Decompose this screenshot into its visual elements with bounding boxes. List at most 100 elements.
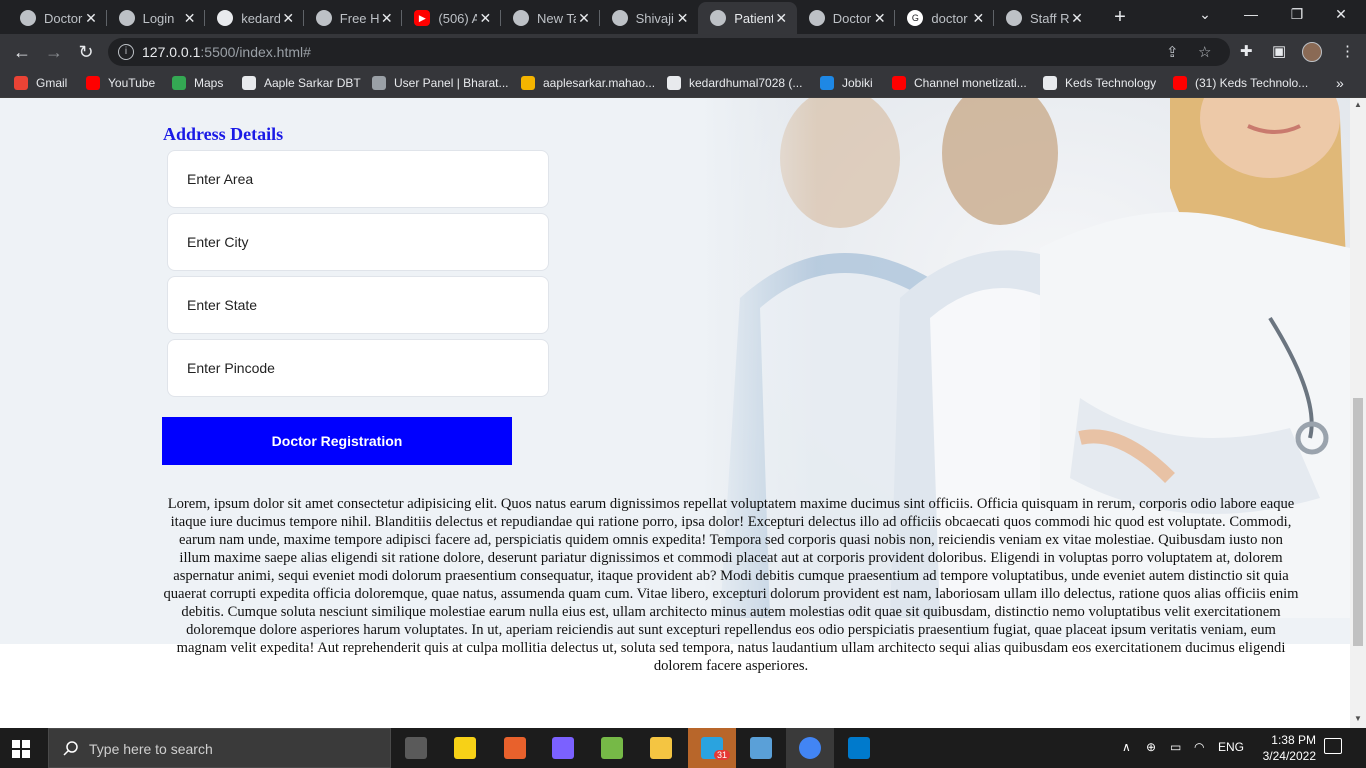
page-scrollbar[interactable]: ▲ ▼ xyxy=(1350,98,1366,728)
minimize-button[interactable]: — xyxy=(1236,6,1266,22)
close-tab-icon[interactable]: ✕ xyxy=(576,10,592,27)
bookmark-star-icon[interactable]: ☆ xyxy=(1198,43,1211,61)
bookmark-item[interactable]: Jobiki xyxy=(820,76,873,90)
address-bar[interactable]: i 127.0.0.1:5500/index.html# ⇪ ☆ xyxy=(108,38,1230,66)
tab-separator xyxy=(105,10,107,26)
bookmark-item[interactable]: kedardhumal7028 (... xyxy=(667,76,802,90)
browser-tab[interactable]: Free H ✕ xyxy=(304,4,403,32)
bookmark-item[interactable]: Gmail xyxy=(14,76,67,90)
windows-start-icon[interactable] xyxy=(12,740,30,758)
close-tab-icon[interactable]: ✕ xyxy=(1069,10,1085,27)
browser-tab[interactable]: Login ✕ xyxy=(107,4,206,32)
taskbar-app-telegram[interactable]: 31 xyxy=(688,728,736,768)
pincode-input[interactable] xyxy=(167,339,549,397)
network-usb-icon[interactable]: ⊕ xyxy=(1146,740,1156,754)
browser-tab[interactable]: Doctor ✕ xyxy=(797,4,896,32)
taskbar-search-box[interactable]: Type here to search xyxy=(48,728,391,768)
globe-icon xyxy=(20,10,36,26)
bookmark-label: kedardhumal7028 (... xyxy=(689,76,803,90)
tab-separator xyxy=(500,10,501,26)
clock-time: 1:38 PM xyxy=(1271,733,1316,747)
browser-tab[interactable]: kedard ✕ xyxy=(205,4,304,32)
browser-tab[interactable]: Staff R ✕ xyxy=(994,4,1093,32)
share-icon[interactable]: ⇪ xyxy=(1166,43,1179,61)
tab-title: (506) A xyxy=(438,10,478,26)
close-tab-icon[interactable]: ✕ xyxy=(182,10,198,27)
tab-separator xyxy=(204,10,206,26)
bookmark-label: (31) Keds Technolo... xyxy=(1195,76,1309,90)
menu-kebab-icon[interactable]: ⋮ xyxy=(1340,42,1355,60)
new-tab-button[interactable]: + xyxy=(1110,6,1130,29)
language-indicator[interactable]: ENG xyxy=(1218,740,1244,754)
extensions-icon[interactable]: ✚ xyxy=(1240,42,1253,60)
bookmark-item[interactable]: Aaple Sarkar DBT xyxy=(242,76,361,90)
wifi-icon[interactable]: ◠ xyxy=(1194,740,1204,754)
scroll-up-arrow-icon[interactable]: ▲ xyxy=(1353,100,1363,109)
tab-title: doctor xyxy=(931,10,968,26)
maximize-button[interactable]: ❐ xyxy=(1282,6,1312,23)
bookmark-item[interactable]: aaplesarkar.mahao... xyxy=(521,76,655,90)
forward-button[interactable]: → xyxy=(42,40,66,64)
bookmark-item[interactable]: Channel monetizati... xyxy=(892,76,1027,90)
scrollbar-thumb[interactable] xyxy=(1353,398,1363,646)
bookmark-item[interactable]: User Panel | Bharat... xyxy=(372,76,509,90)
close-window-button[interactable]: ✕ xyxy=(1326,6,1356,23)
profile-avatar[interactable] xyxy=(1302,42,1322,62)
browser-tab[interactable]: New Ta ✕ xyxy=(501,4,600,32)
doctor-registration-button[interactable]: Doctor Registration xyxy=(162,417,512,465)
browser-tab[interactable]: Shivaji ✕ xyxy=(600,4,699,32)
action-center-icon[interactable] xyxy=(1324,738,1342,754)
browser-tab[interactable]: Doctor ✕ xyxy=(8,4,107,32)
taskbar-app-vscode[interactable] xyxy=(835,728,883,768)
infinity-app-icon xyxy=(552,737,574,759)
bookmark-favicon-icon xyxy=(892,76,906,90)
back-button[interactable]: ← xyxy=(10,40,34,64)
bookmark-item[interactable]: Maps xyxy=(172,76,223,90)
browser-tab[interactable]: Gdoctor ✕ xyxy=(895,4,994,32)
city-input[interactable] xyxy=(167,213,549,271)
area-input[interactable] xyxy=(167,150,549,208)
taskbar-app-task-view[interactable] xyxy=(392,728,440,768)
site-info-icon[interactable]: i xyxy=(118,44,134,60)
taskbar-app-sticky-notes[interactable] xyxy=(441,728,489,768)
bookmark-label: Maps xyxy=(194,76,224,90)
sticky-notes-icon xyxy=(454,737,476,759)
taskbar-app-file-explorer[interactable] xyxy=(637,728,685,768)
bookmark-item[interactable]: Keds Technology xyxy=(1043,76,1156,90)
bookmark-item[interactable]: (31) Keds Technolo... xyxy=(1173,76,1308,90)
side-panel-icon[interactable]: ▣ xyxy=(1272,42,1286,60)
tab-title: New Ta xyxy=(537,10,576,26)
battery-icon[interactable]: ▭ xyxy=(1170,740,1181,754)
tab-search-icon[interactable]: ⌄ xyxy=(1190,6,1220,23)
taskbar-app-chrome[interactable] xyxy=(786,728,834,768)
close-tab-icon[interactable]: ✕ xyxy=(477,10,493,27)
taskbar-app-notepad[interactable] xyxy=(737,728,785,768)
browser-tab[interactable]: Patient ✕ xyxy=(698,2,798,34)
notepad-icon xyxy=(750,737,772,759)
close-tab-icon[interactable]: ✕ xyxy=(872,10,888,27)
system-clock[interactable]: 1:38 PM 3/24/2022 xyxy=(1256,732,1316,764)
tab-title: Staff R xyxy=(1030,10,1069,26)
taskbar-app-git[interactable] xyxy=(491,728,539,768)
tab-title: Doctor xyxy=(832,10,872,26)
bookmark-item[interactable]: YouTube xyxy=(86,76,155,90)
globe-icon xyxy=(513,10,529,26)
bookmarks-bar: » Gmail YouTube Maps Aaple Sarkar DBT User P… xyxy=(0,70,1366,98)
bookmark-label: YouTube xyxy=(108,76,156,90)
close-tab-icon[interactable]: ✕ xyxy=(773,10,789,27)
close-tab-icon[interactable]: ✕ xyxy=(379,10,395,27)
scroll-down-arrow-icon[interactable]: ▼ xyxy=(1353,714,1363,723)
close-tab-icon[interactable]: ✕ xyxy=(970,10,986,27)
close-tab-icon[interactable]: ✕ xyxy=(675,10,691,27)
taskbar-app-notepad-plus[interactable] xyxy=(588,728,636,768)
close-tab-icon[interactable]: ✕ xyxy=(280,10,296,27)
browser-tab[interactable]: ▶ (506) A ✕ xyxy=(402,4,501,32)
reload-button[interactable]: ↻ xyxy=(74,40,98,64)
tab-title: Shivaji xyxy=(635,10,674,26)
more-bookmarks-icon[interactable]: » xyxy=(1336,75,1344,91)
globe-icon xyxy=(1006,10,1022,26)
taskbar-app-infinity-app[interactable] xyxy=(539,728,587,768)
state-input[interactable] xyxy=(167,276,549,334)
close-tab-icon[interactable]: ✕ xyxy=(83,10,99,27)
show-hidden-icons[interactable]: ∧ xyxy=(1122,740,1131,754)
